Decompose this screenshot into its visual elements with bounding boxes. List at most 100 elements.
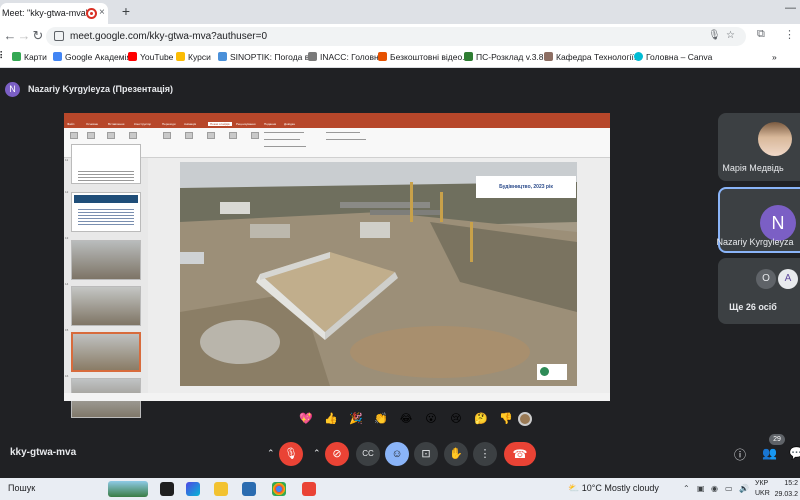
slide-thumbnail[interactable] [71,192,141,232]
ppt-status-bar [64,393,610,401]
bookmark-department[interactable]: Кафедра Технології... [544,52,641,62]
reaction-heart-button[interactable]: 💖 [299,412,313,426]
site-info-icon[interactable] [54,31,64,41]
file-explorer-icon[interactable] [214,482,228,496]
extensions-icon[interactable]: ⧉ [757,28,765,41]
reaction-thumbs-up-button[interactable]: 👍 [324,412,338,426]
new-tab-button[interactable]: + [118,4,134,20]
bookmark-canva[interactable]: Головна – Canva [634,52,712,62]
reaction-clap-button[interactable]: 👏 [374,412,388,426]
more-options-button[interactable]: ⋮ [473,442,497,466]
ppt-ribbon [64,128,610,158]
cloud-icon: ⛅ [568,483,580,493]
bookmark-courses[interactable]: Курси [176,52,211,62]
bookmark-scholar[interactable]: Google Академія [53,52,131,62]
participant-initial-avatar: A [778,269,798,289]
language-indicator[interactable]: УКР UKR [755,479,770,499]
tray-network-icon[interactable]: ◉ [711,484,718,493]
chat-icon[interactable]: 💬 [789,446,800,460]
tray-battery-icon[interactable]: ▭ [725,484,733,493]
captions-button[interactable]: CC [356,442,380,466]
close-tab-icon[interactable]: × [99,7,105,18]
participant-tile-maria[interactable]: Марія Медвідь [718,113,800,181]
minimize-window-button[interactable]: — [785,2,796,14]
reaction-party-button[interactable]: 🎉 [349,412,363,426]
slide-thumbnail[interactable] [71,286,141,326]
more-participants-tile[interactable]: O A Ще 26 осіб [718,258,800,324]
meeting-info-icon[interactable]: ⓘ [734,446,746,463]
ribbon-button [182,132,196,148]
mic-toggle-button[interactable]: 🎙 [279,442,303,466]
reaction-sad-button[interactable]: 😢 [449,412,463,426]
bookmark-free-video[interactable]: Безкоштовні відео... [378,52,469,62]
camera-options-chevron-icon[interactable]: ⌃ [313,448,321,459]
more-participants-label: Ще 26 осіб [729,302,777,312]
apps-grid-icon[interactable]: ⠿ [0,51,3,62]
bookmark-sinoptik[interactable]: SINOPTIK: Погода в... [218,52,316,62]
mail-icon[interactable] [242,482,256,496]
mic-off-icon: 🎙 [284,448,298,460]
skin-tone-button[interactable] [518,412,532,426]
bookmark-maps[interactable]: Карти [12,52,47,62]
youtube-icon [128,52,137,61]
ppt-tab: Подання [264,122,277,126]
emoji-reactions-button[interactable]: ☺ [385,442,409,466]
recording-icon [86,8,97,19]
bookmark-schedule[interactable]: ПС-Розклад v.3.8.2 [464,52,551,62]
reaction-thinking-button[interactable]: 🤔 [474,412,488,426]
taskbar-search[interactable]: Пошук [0,478,150,500]
bookmarks-overflow[interactable]: » [772,52,777,62]
ribbon-option [264,146,306,147]
address-bar[interactable]: meet.google.com/kky-gtwa-mva?authuser=0 … [46,27,746,46]
ribbon-button [248,132,262,148]
slide-thumbnails: 11 12 13 14 15 16 [64,144,148,418]
ppt-tab: Конструктор [134,122,152,126]
bookmark-star-icon[interactable]: ☆ [726,30,735,41]
people-count-badge: 29 [769,434,785,445]
ppt-tab-active: Показ слайдів [208,122,232,126]
slide-title-box: Будівництво, 2023 рік [476,176,576,198]
browser-tab[interactable]: Meet: "kky-gtwa-mva" × [0,3,108,24]
inacc-icon [308,52,317,61]
mic-options-chevron-icon[interactable]: ⌃ [267,448,275,459]
slide-thumbnail[interactable] [71,240,141,280]
tray-volume-icon[interactable]: 🔊 [739,484,749,493]
people-icon[interactable]: 👥 [762,446,777,460]
schedule-icon [464,52,473,61]
slide-thumbnail[interactable] [71,144,141,184]
camera-toggle-button[interactable]: ⊘ [325,442,349,466]
ppt-tab: Основне [86,122,99,126]
task-view-icon[interactable] [160,482,174,496]
raise-hand-button[interactable]: ✋ [444,442,468,466]
video-site-icon [378,52,387,61]
app-taskbar-icon[interactable] [302,482,316,496]
slide-thumbnail-selected[interactable] [71,332,141,372]
reaction-thumbs-down-button[interactable]: 👎 [499,412,513,426]
tray-overflow-icon[interactable]: ⌃ [683,484,690,493]
tray-app-icon[interactable]: ▣ [697,484,705,493]
captions-icon: CC [362,449,374,458]
menu-icon[interactable]: ⋮ [784,28,795,41]
ribbon-option [264,132,304,133]
reaction-surprised-button[interactable]: 😮 [424,412,438,426]
clock[interactable]: 15:2 29.03.2 [774,478,798,500]
present-button[interactable]: ⊡ [414,442,438,466]
chrome-taskbar-icon[interactable] [272,482,286,496]
ppt-tab: Рецензування [236,122,256,126]
reload-button[interactable]: ↻ [30,28,46,44]
copilot-icon[interactable] [186,482,200,496]
reaction-laugh-button[interactable]: 😂 [399,412,413,426]
slide-number: 13 [65,236,69,240]
participant-tile-nazariy[interactable]: N Nazariy Kyrgyleyza [716,187,800,253]
department-icon [544,52,553,61]
url-text[interactable]: meet.google.com/kky-gtwa-mva?authuser=0 [70,31,267,42]
meeting-code: kky-gtwa-mva [10,447,77,458]
mic-icon[interactable]: 🎙 [708,30,721,41]
bookmark-inacc[interactable]: INACC: Головна [308,52,383,62]
weather-widget[interactable]: ⛅ 10°C Mostly cloudy [568,483,659,494]
maps-icon [12,52,21,61]
leave-call-button[interactable]: ☎ [504,442,536,466]
taskbar-search-label: Пошук [8,483,36,493]
bookmark-youtube[interactable]: YouTube [128,52,173,62]
participant-initial-avatar: O [756,269,776,289]
